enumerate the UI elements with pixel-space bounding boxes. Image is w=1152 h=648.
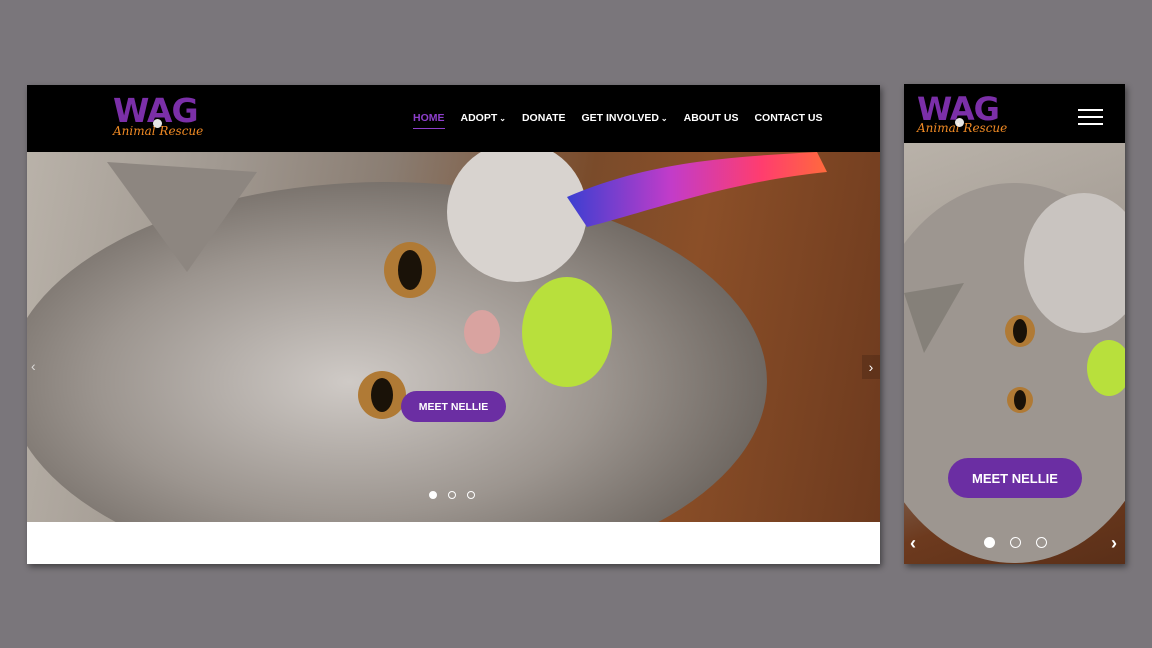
carousel-dot[interactable] [448,491,456,499]
nav-item-donate[interactable]: DONATE [522,112,566,124]
carousel-indicators [429,491,475,499]
meet-nellie-button[interactable]: MEET NELLIE [948,458,1082,498]
nav-label: HOME [413,112,445,124]
carousel-dot[interactable] [429,491,437,499]
chevron-left-icon[interactable]: ‹ [910,533,916,554]
nav-item-home[interactable]: HOME [413,112,445,129]
main-nav: HOME ADOPT ⌄ DONATE GET INVOLVED ⌄ ABOUT U… [413,112,839,129]
nav-label: ABOUT US [683,112,739,124]
desktop-preview: WAG Animal Rescue HOME ADOPT ⌄ DONATE GET… [27,85,880,564]
nav-item-contact-us[interactable]: CONTACT US [754,112,822,124]
hero-carousel: ‹ › MEET NELLIE [27,152,880,522]
site-logo[interactable]: WAG Animal Rescue [113,94,203,137]
chevron-down-icon: ⌄ [660,114,668,123]
hero-carousel: ‹ › MEET NELLIE [904,143,1125,564]
chevron-right-icon[interactable]: › [1111,533,1117,554]
mobile-preview: WAG Animal Rescue ‹ › MEET NELLIE [904,84,1125,564]
carousel-dot[interactable] [1010,537,1021,548]
nav-label: CONTACT US [754,112,823,124]
paw-icon [955,118,964,127]
nav-item-about-us[interactable]: ABOUT US [684,112,739,124]
chevron-right-icon[interactable]: › [862,355,880,379]
nav-item-adopt[interactable]: ADOPT ⌄ [461,112,506,124]
hero-image [27,152,880,522]
chevron-down-icon: ⌄ [499,114,506,123]
paw-icon [153,119,162,128]
site-logo[interactable]: WAG Animal Rescue [917,93,1007,134]
chevron-left-icon[interactable]: ‹ [31,358,36,374]
carousel-dot[interactable] [467,491,475,499]
hamburger-menu-icon[interactable] [1078,109,1103,125]
carousel-indicators [984,537,1047,548]
meet-nellie-button[interactable]: MEET NELLIE [401,391,506,422]
nav-label: ADOPT [460,112,498,124]
hero-image [904,143,1125,564]
site-header: WAG Animal Rescue [904,84,1125,143]
nav-item-get-involved[interactable]: GET INVOLVED ⌄ [582,112,668,124]
carousel-dot[interactable] [984,537,995,548]
nav-label: DONATE [521,112,566,124]
kitten-photo [27,152,827,522]
carousel-dot[interactable] [1036,537,1047,548]
nav-label: GET INVOLVED [581,112,659,124]
site-header: WAG Animal Rescue HOME ADOPT ⌄ DONATE GET… [27,85,880,152]
kitten-photo [904,183,1125,563]
